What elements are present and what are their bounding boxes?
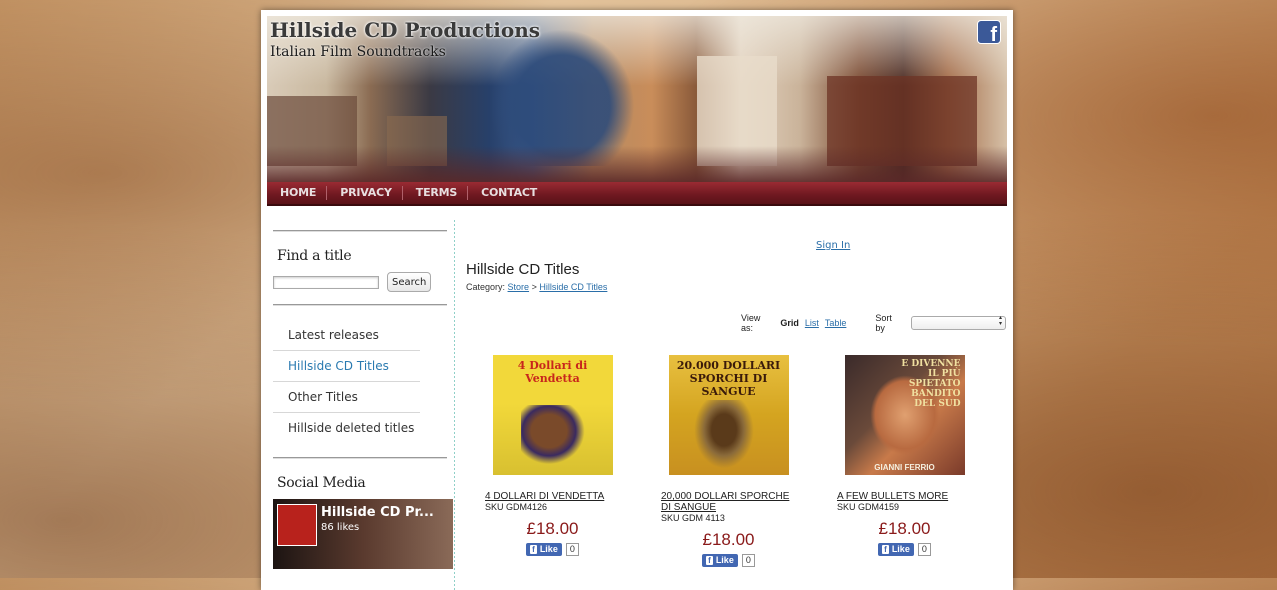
facebook-page-widget[interactable]: Hillside CD Pr... 86 likes xyxy=(273,499,453,569)
breadcrumb-separator: > xyxy=(531,282,537,292)
banner-ground xyxy=(267,146,1007,182)
like-count: 0 xyxy=(917,543,931,556)
main-nav: HOME PRIVACY TERMS CONTACT xyxy=(267,182,1007,206)
sort-select[interactable] xyxy=(911,315,1006,330)
social-media-heading: Social Media xyxy=(277,475,366,491)
facebook-like-button[interactable]: Like xyxy=(878,543,914,556)
sort-by-label: Sort by xyxy=(875,313,892,333)
facebook-icon[interactable]: f xyxy=(977,20,1001,46)
facebook-page-thumbnail xyxy=(277,504,317,546)
view-table-link[interactable]: Table xyxy=(825,318,847,328)
like-row: Like 0 xyxy=(485,543,620,556)
facebook-likes-count: 86 likes xyxy=(321,522,360,533)
product-image[interactable]: 4 Dollari di Vendetta xyxy=(492,355,613,475)
facebook-like-button[interactable]: Like xyxy=(526,543,562,556)
divider xyxy=(273,230,447,232)
product-price: £18.00 xyxy=(526,519,579,538)
search-button[interactable]: Search xyxy=(387,272,432,292)
nav-home[interactable]: HOME xyxy=(267,186,328,200)
view-grid[interactable]: Grid xyxy=(780,318,799,328)
product-image[interactable]: E DIVENNE IL PIÙ SPIETATO BANDITO DEL SU… xyxy=(844,355,965,475)
site-subtitle: Italian Film Soundtracks xyxy=(270,44,446,60)
like-row: Like 0 xyxy=(837,543,972,556)
product-name-link[interactable]: 20,000 DOLLARI SPORCHE DI SANGUE xyxy=(661,491,796,513)
divider xyxy=(273,457,447,459)
product-sku: SKU GDM 4113 xyxy=(661,513,725,523)
product-sku: SKU GDM4159 xyxy=(837,502,900,512)
product-price: £18.00 xyxy=(702,530,755,549)
site-title[interactable]: Hillside CD Productions xyxy=(270,18,540,42)
product-card: 20.000 DOLLARI SPORCHI DI SANGUE 20,000 … xyxy=(661,355,796,567)
like-count: 0 xyxy=(741,554,755,567)
sidebar: Find a title Search Latest releases Hill… xyxy=(273,230,453,569)
product-card: 4 Dollari di Vendetta 4 DOLLARI DI VENDE… xyxy=(485,355,620,556)
page-container: Hillside CD Productions Italian Film Sou… xyxy=(261,10,1013,590)
find-title-heading: Find a title xyxy=(277,248,352,264)
facebook-like-button[interactable]: Like xyxy=(702,554,738,567)
sidebar-item-hillside-deleted-titles[interactable]: Hillside deleted titles xyxy=(273,413,420,443)
product-name-link[interactable]: A FEW BULLETS MORE xyxy=(837,491,972,502)
divider xyxy=(273,304,447,306)
product-sku: SKU GDM4126 xyxy=(485,502,548,512)
search-form: Search xyxy=(273,272,447,292)
sidebar-item-other-titles[interactable]: Other Titles xyxy=(273,382,420,413)
product-price: £18.00 xyxy=(878,519,931,538)
cover-artwork xyxy=(520,405,591,470)
facebook-page-name[interactable]: Hillside CD Pr... xyxy=(321,505,434,520)
search-input[interactable] xyxy=(273,275,379,289)
column-divider xyxy=(454,220,455,590)
breadcrumb-label: Category: xyxy=(466,282,506,292)
nav-terms[interactable]: TERMS xyxy=(403,186,469,200)
nav-contact[interactable]: CONTACT xyxy=(468,186,547,200)
sign-in-link[interactable]: Sign In xyxy=(816,240,850,251)
category-menu: Latest releases Hillside CD Titles Other… xyxy=(273,320,447,443)
like-row: Like 0 xyxy=(661,554,796,567)
like-count: 0 xyxy=(565,543,579,556)
cover-title: E DIVENNE IL PIÙ SPIETATO BANDITO DEL SU… xyxy=(901,359,961,409)
product-card: E DIVENNE IL PIÙ SPIETATO BANDITO DEL SU… xyxy=(837,355,972,556)
breadcrumb-store[interactable]: Store xyxy=(508,282,530,292)
cover-title: 4 Dollari di Vendetta xyxy=(517,359,588,385)
view-as-label: View as: xyxy=(741,313,761,333)
cover-title: 20.000 DOLLARI SPORCHI DI SANGUE xyxy=(676,359,781,398)
nav-privacy[interactable]: PRIVACY xyxy=(327,186,403,200)
sidebar-item-latest-releases[interactable]: Latest releases xyxy=(273,320,420,351)
breadcrumb-current[interactable]: Hillside CD Titles xyxy=(539,282,607,292)
breadcrumb: Category: Store > Hillside CD Titles xyxy=(466,282,607,292)
cover-artwork xyxy=(688,400,759,475)
header-banner: Hillside CD Productions Italian Film Sou… xyxy=(267,16,1007,182)
sidebar-item-hillside-cd-titles[interactable]: Hillside CD Titles xyxy=(273,351,420,382)
cover-composer: GIANNI FERRIO xyxy=(874,463,935,472)
product-image[interactable]: 20.000 DOLLARI SPORCHI DI SANGUE xyxy=(668,355,789,475)
view-toolbar: View as: Grid List Table Sort by xyxy=(741,313,1006,333)
page-title: Hillside CD Titles xyxy=(466,261,580,278)
product-name-link[interactable]: 4 DOLLARI DI VENDETTA xyxy=(485,491,620,502)
view-list-link[interactable]: List xyxy=(805,318,819,328)
